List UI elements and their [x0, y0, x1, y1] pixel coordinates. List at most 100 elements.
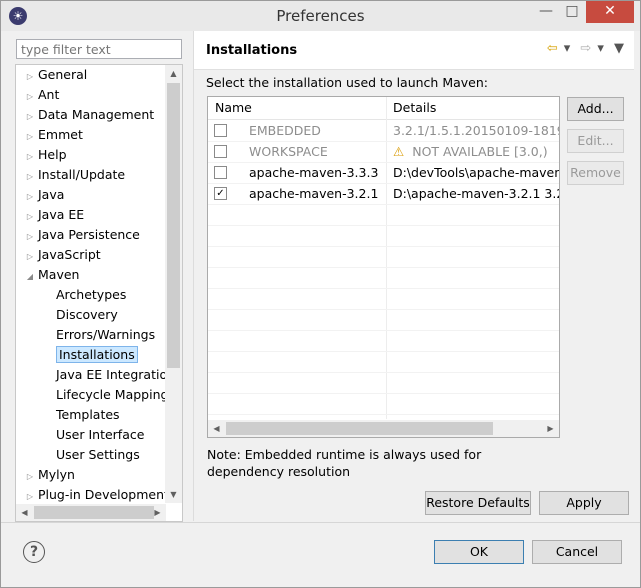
table-hscroll-thumb[interactable]	[226, 422, 493, 435]
installation-details: D:\apache-maven-3.2.1 3.2.1	[393, 183, 560, 204]
apply-button[interactable]: Apply	[539, 491, 629, 515]
collapsed-arrow-icon[interactable]: ▷	[22, 467, 38, 487]
restore-defaults-button[interactable]: Restore Defaults	[425, 491, 531, 515]
installations-panel: Installations ⇦ ▾ ⇨ ▾ ▼ Select the install…	[193, 31, 634, 521]
tree-item-label: Discovery	[56, 307, 118, 322]
empty-row	[208, 225, 559, 247]
scroll-right-icon[interactable]: ▶	[542, 420, 559, 437]
tree-item-label: Mylyn	[38, 467, 75, 482]
scroll-left-icon[interactable]: ◀	[208, 420, 225, 437]
installation-details: 3.2.1/1.5.1.20150109-1819	[393, 120, 559, 141]
minimize-button[interactable]: —	[533, 1, 559, 23]
tree-item[interactable]: ▷ Java EE	[22, 205, 84, 225]
tree-item[interactable]: Templates	[56, 405, 120, 425]
edit-button[interactable]: Edit...	[567, 129, 624, 153]
tree-item[interactable]: ▷ Data Management	[22, 105, 154, 125]
cancel-button[interactable]: Cancel	[532, 540, 622, 564]
collapsed-arrow-icon[interactable]: ▷	[22, 147, 38, 167]
tree-item-label: User Settings	[56, 447, 140, 462]
empty-row	[208, 267, 559, 289]
installation-checkbox[interactable]	[214, 145, 227, 158]
tree-item[interactable]: ▷ General	[22, 65, 87, 85]
scroll-left-icon[interactable]: ◀	[16, 504, 33, 521]
back-arrow-icon[interactable]: ⇦	[547, 41, 558, 56]
embedded-note: Note: Embedded runtime is always used fo…	[207, 447, 482, 479]
collapsed-arrow-icon[interactable]: ▷	[22, 127, 38, 147]
maximize-button[interactable]: □	[559, 1, 585, 23]
collapsed-arrow-icon[interactable]: ▷	[22, 227, 38, 247]
scroll-down-icon[interactable]: ▼	[165, 486, 182, 503]
installation-details: D:\devTools\apache-maven-	[393, 162, 559, 183]
tree-item[interactable]: ▷ Java	[22, 185, 64, 205]
empty-row	[208, 372, 559, 394]
collapsed-arrow-icon[interactable]: ▷	[22, 67, 38, 87]
forward-arrow-icon[interactable]: ⇨	[580, 41, 591, 56]
tree-item[interactable]: Installations	[56, 345, 138, 365]
title-bar[interactable]: ☀ Preferences — □ ✕	[1, 1, 640, 31]
collapsed-arrow-icon[interactable]: ▷	[22, 167, 38, 187]
close-button[interactable]: ✕	[586, 1, 634, 23]
back-dropdown-icon[interactable]: ▾	[564, 41, 571, 56]
empty-row	[208, 393, 559, 415]
table-row[interactable]: WORKSPACE ⚠ NOT AVAILABLE [3.0,)	[208, 141, 559, 163]
tree-item[interactable]: ▷ Plug-in Development	[22, 485, 169, 505]
installation-details-text: D:\apache-maven-3.2.1 3.2.1	[393, 186, 560, 201]
tree-item-label: Data Management	[38, 107, 155, 122]
forward-dropdown-icon[interactable]: ▾	[597, 41, 604, 56]
table-row[interactable]: ✓ apache-maven-3.2.1 D:\apache-maven-3.2.1…	[208, 183, 559, 205]
table-row[interactable]: EMBEDDED 3.2.1/1.5.1.20150109-1819	[208, 120, 559, 142]
tree-item[interactable]: User Settings	[56, 445, 140, 465]
tree-horizontal-scrollbar[interactable]: ◀ ▶	[16, 504, 166, 521]
installation-checkbox[interactable]	[214, 166, 227, 179]
installation-checkbox[interactable]: ✓	[214, 187, 227, 200]
view-menu-icon[interactable]: ▼	[614, 41, 624, 56]
table-row[interactable]: apache-maven-3.3.3 D:\devTools\apache-mav…	[208, 162, 559, 184]
tree-item-label: Emmet	[38, 127, 83, 142]
tree-vertical-scrollbar[interactable]: ▲ ▼	[165, 65, 182, 503]
tree-item[interactable]: Lifecycle Mapping	[56, 385, 168, 405]
add-button[interactable]: Add...	[567, 97, 624, 121]
installation-checkbox[interactable]	[214, 124, 227, 137]
tree-item[interactable]: ▷ Help	[22, 145, 67, 165]
expanded-arrow-icon[interactable]: ◢	[22, 267, 38, 287]
tree-item[interactable]: ▷ Java Persistence	[22, 225, 140, 245]
tree-item-label: Lifecycle Mapping	[56, 387, 169, 402]
collapsed-arrow-icon[interactable]: ▷	[22, 247, 38, 267]
tree-item-label: User Interface	[56, 427, 145, 442]
scroll-right-icon[interactable]: ▶	[149, 504, 166, 521]
empty-row	[208, 330, 559, 352]
tree-item[interactable]: ▷ Mylyn	[22, 465, 75, 485]
panel-header: Installations ⇦ ▾ ⇨ ▾ ▼	[194, 31, 634, 70]
table-horizontal-scrollbar[interactable]: ◀ ▶	[208, 420, 559, 437]
installation-name: WORKSPACE	[249, 144, 328, 159]
tree-item[interactable]: User Interface	[56, 425, 144, 445]
tree-item[interactable]: Java EE Integration	[56, 365, 175, 385]
ok-button[interactable]: OK	[434, 540, 524, 564]
scroll-up-icon[interactable]: ▲	[165, 65, 182, 82]
tree-item[interactable]: Errors/Warnings	[56, 325, 155, 345]
tree-item[interactable]: ▷ Emmet	[22, 125, 83, 145]
tree-item-label: Installations	[56, 346, 138, 363]
collapsed-arrow-icon[interactable]: ▷	[22, 87, 38, 107]
column-header-name[interactable]: Name	[215, 100, 252, 115]
tree-item[interactable]: Discovery	[56, 305, 118, 325]
tree-item-label: Ant	[38, 87, 60, 102]
tree-item-label: Plug-in Development	[38, 487, 169, 502]
tree-item[interactable]: ▷ Ant	[22, 85, 59, 105]
tree-item-label: Java EE	[38, 207, 85, 222]
remove-button[interactable]: Remove	[567, 161, 624, 185]
collapsed-arrow-icon[interactable]: ▷	[22, 207, 38, 227]
tree-item[interactable]: ◢ Maven	[22, 265, 80, 287]
tree-item[interactable]: ▷ JavaScript	[22, 245, 101, 265]
tree-item-label: Archetypes	[56, 287, 127, 302]
preferences-tree: ▷ General ▷ Ant ▷ Data Management ▷ Emmet ▷ Help ▷…	[15, 64, 183, 522]
column-header-details[interactable]: Details	[393, 100, 436, 115]
collapsed-arrow-icon[interactable]: ▷	[22, 107, 38, 127]
filter-input[interactable]	[16, 39, 182, 59]
tree-item[interactable]: ▷ Install/Update	[22, 165, 125, 185]
help-icon[interactable]: ?	[23, 541, 45, 563]
tree-item[interactable]: Archetypes	[56, 285, 126, 305]
tree-hscroll-thumb[interactable]	[34, 506, 154, 519]
tree-vscroll-thumb[interactable]	[167, 83, 180, 368]
collapsed-arrow-icon[interactable]: ▷	[22, 187, 38, 207]
